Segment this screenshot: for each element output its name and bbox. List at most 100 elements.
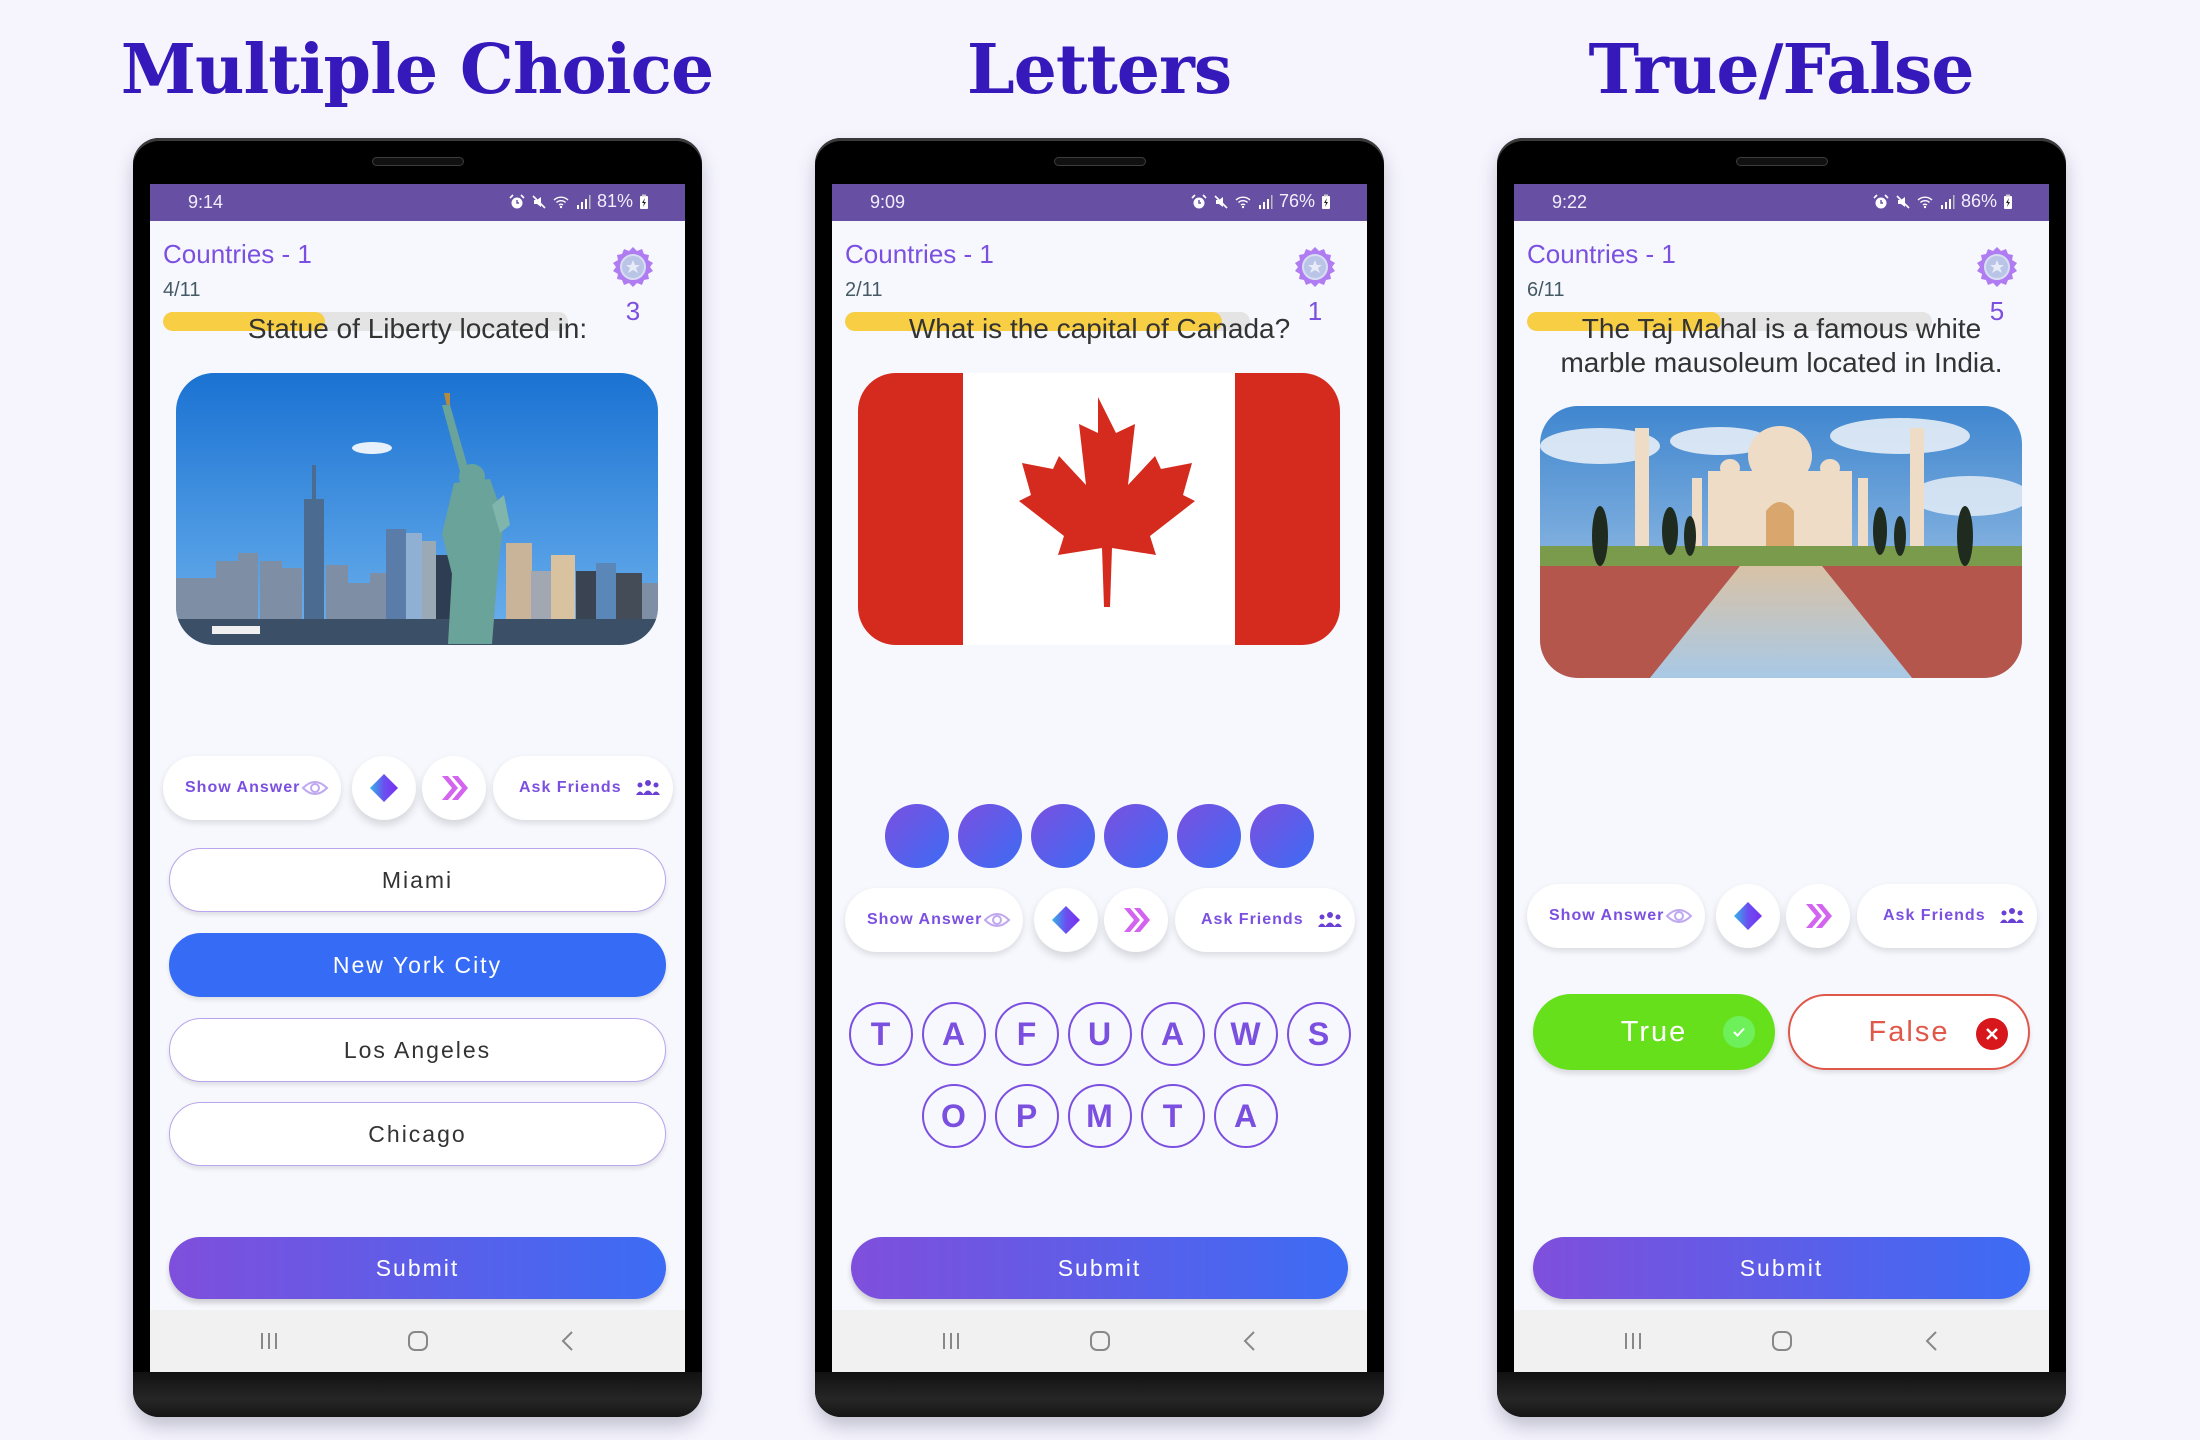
eraser-button[interactable] (1034, 888, 1098, 952)
progress-label: 2/11 (845, 279, 883, 301)
phone-speaker (371, 157, 464, 166)
eye-icon (1665, 909, 1693, 923)
answer-slot[interactable] (1104, 804, 1168, 868)
submit-button[interactable]: Submit (1533, 1237, 2030, 1299)
alarm-icon (1191, 193, 1207, 208)
option-new-york-city[interactable]: New York City (169, 933, 666, 997)
skip-button[interactable] (422, 756, 486, 820)
answer-slot[interactable] (958, 804, 1022, 868)
ask-friends-button[interactable]: Ask Friends (1175, 888, 1355, 952)
battery-charging-icon (2004, 194, 2012, 209)
home-icon[interactable] (404, 1328, 432, 1354)
battery-percent: 86% (1960, 191, 1997, 211)
title-letters: Letters (966, 30, 1232, 110)
battery-percent: 76% (1278, 191, 1315, 211)
battery-charging-icon (1322, 194, 1330, 209)
badge-star-icon (1977, 247, 2017, 287)
check-icon (1723, 1016, 1755, 1048)
letter-tile[interactable]: A (921, 1002, 986, 1066)
option-los-angeles[interactable]: Los Angeles (169, 1018, 666, 1082)
show-answer-label: Show Answer (185, 779, 301, 796)
battery-percent: 81% (596, 191, 633, 211)
eraser-button[interactable] (1716, 884, 1780, 948)
status-time: 9:14 (188, 192, 224, 212)
phone-letters: 9:09 76% Countries - 1 2/11 1 What is th… (815, 138, 1384, 1417)
submit-button[interactable]: Submit (169, 1237, 666, 1299)
letter-tile[interactable]: M (1067, 1084, 1132, 1148)
title-multiple-choice: Multiple Choice (120, 30, 715, 110)
status-bar: 9:14 81% (150, 184, 685, 221)
skip-button[interactable] (1104, 888, 1168, 952)
back-icon[interactable] (554, 1328, 582, 1354)
option-miami[interactable]: Miami (169, 848, 666, 912)
eraser-button[interactable] (352, 756, 416, 820)
recents-icon[interactable] (1619, 1328, 1647, 1354)
skip-icon (1124, 908, 1150, 932)
question-text: The Taj Mahal is a famous white marble m… (1514, 312, 2049, 380)
ask-friends-label: Ask Friends (1201, 911, 1304, 928)
nav-bar (1514, 1310, 2049, 1372)
letter-tile[interactable]: T (1140, 1084, 1205, 1148)
letter-tile[interactable]: F (994, 1002, 1059, 1066)
screen: 9:22 86% Countries - 1 6/11 5 The Taj Ma… (1514, 184, 2049, 1372)
skip-icon (1806, 904, 1832, 928)
help-row: Show Answer Ask Friends (150, 756, 685, 820)
category-title: Countries - 1 (1527, 239, 1676, 269)
question-text: What is the capital of Canada? (908, 313, 1291, 344)
mute-icon (532, 194, 546, 209)
answer-slots (832, 804, 1367, 868)
question-image-statue-of-liberty (176, 373, 658, 645)
answer-slot[interactable] (1250, 804, 1314, 868)
option-chicago[interactable]: Chicago (169, 1102, 666, 1166)
show-answer-button[interactable]: Show Answer (845, 888, 1023, 952)
submit-button[interactable]: Submit (851, 1237, 1348, 1299)
mute-icon (1214, 194, 1228, 209)
show-answer-button[interactable]: Show Answer (1527, 884, 1705, 948)
progress-label: 4/11 (163, 279, 201, 301)
phone-true-false: 9:22 86% Countries - 1 6/11 5 The Taj Ma… (1497, 138, 2066, 1417)
ask-friends-button[interactable]: Ask Friends (1857, 884, 2037, 948)
recents-icon[interactable] (255, 1328, 283, 1354)
back-icon[interactable] (1236, 1328, 1264, 1354)
eraser-icon (1734, 902, 1762, 930)
ask-friends-button[interactable]: Ask Friends (493, 756, 673, 820)
false-label: False (1868, 1015, 1950, 1048)
answer-slot[interactable] (1031, 804, 1095, 868)
skip-icon (442, 776, 468, 800)
phone-multiple-choice: 9:14 81% Countries - 1 4/11 3 Statue of … (133, 138, 702, 1417)
true-button[interactable]: True (1533, 994, 1775, 1070)
false-button[interactable]: False (1788, 994, 2030, 1070)
eraser-icon (370, 774, 398, 802)
skip-button[interactable] (1786, 884, 1850, 948)
alarm-icon (509, 193, 525, 208)
letter-tile[interactable]: O (921, 1084, 986, 1148)
recents-icon[interactable] (937, 1328, 965, 1354)
wifi-icon (1235, 195, 1251, 208)
question-text: Statue of Liberty located in: (247, 313, 588, 344)
friends-icon (2000, 908, 2024, 923)
status-time: 9:22 (1552, 192, 1588, 212)
answer-slot[interactable] (1177, 804, 1241, 868)
status-time: 9:09 (870, 192, 906, 212)
letter-tile[interactable]: W (1213, 1002, 1278, 1066)
letter-tile[interactable]: A (1140, 1002, 1205, 1066)
home-icon[interactable] (1086, 1328, 1114, 1354)
question-image-taj-mahal (1540, 406, 2022, 678)
letter-tile[interactable]: T (848, 1002, 913, 1066)
letter-tile[interactable]: P (994, 1084, 1059, 1148)
badge-star-icon (1295, 247, 1335, 287)
letter-tile[interactable]: U (1067, 1002, 1132, 1066)
question-line-1: The Taj Mahal is a famous white (1581, 313, 1982, 344)
nav-bar (832, 1310, 1367, 1372)
eye-icon (301, 781, 329, 795)
back-icon[interactable] (1918, 1328, 1946, 1354)
letter-tile[interactable]: A (1213, 1084, 1278, 1148)
answer-slot[interactable] (885, 804, 949, 868)
letter-tile[interactable]: S (1286, 1002, 1351, 1066)
mute-icon (1896, 194, 1910, 209)
status-bar: 9:22 86% (1514, 184, 2049, 221)
show-answer-button[interactable]: Show Answer (163, 756, 341, 820)
close-icon (1976, 1018, 2008, 1050)
title-true-false: True/False (1588, 30, 1974, 110)
home-icon[interactable] (1768, 1328, 1796, 1354)
